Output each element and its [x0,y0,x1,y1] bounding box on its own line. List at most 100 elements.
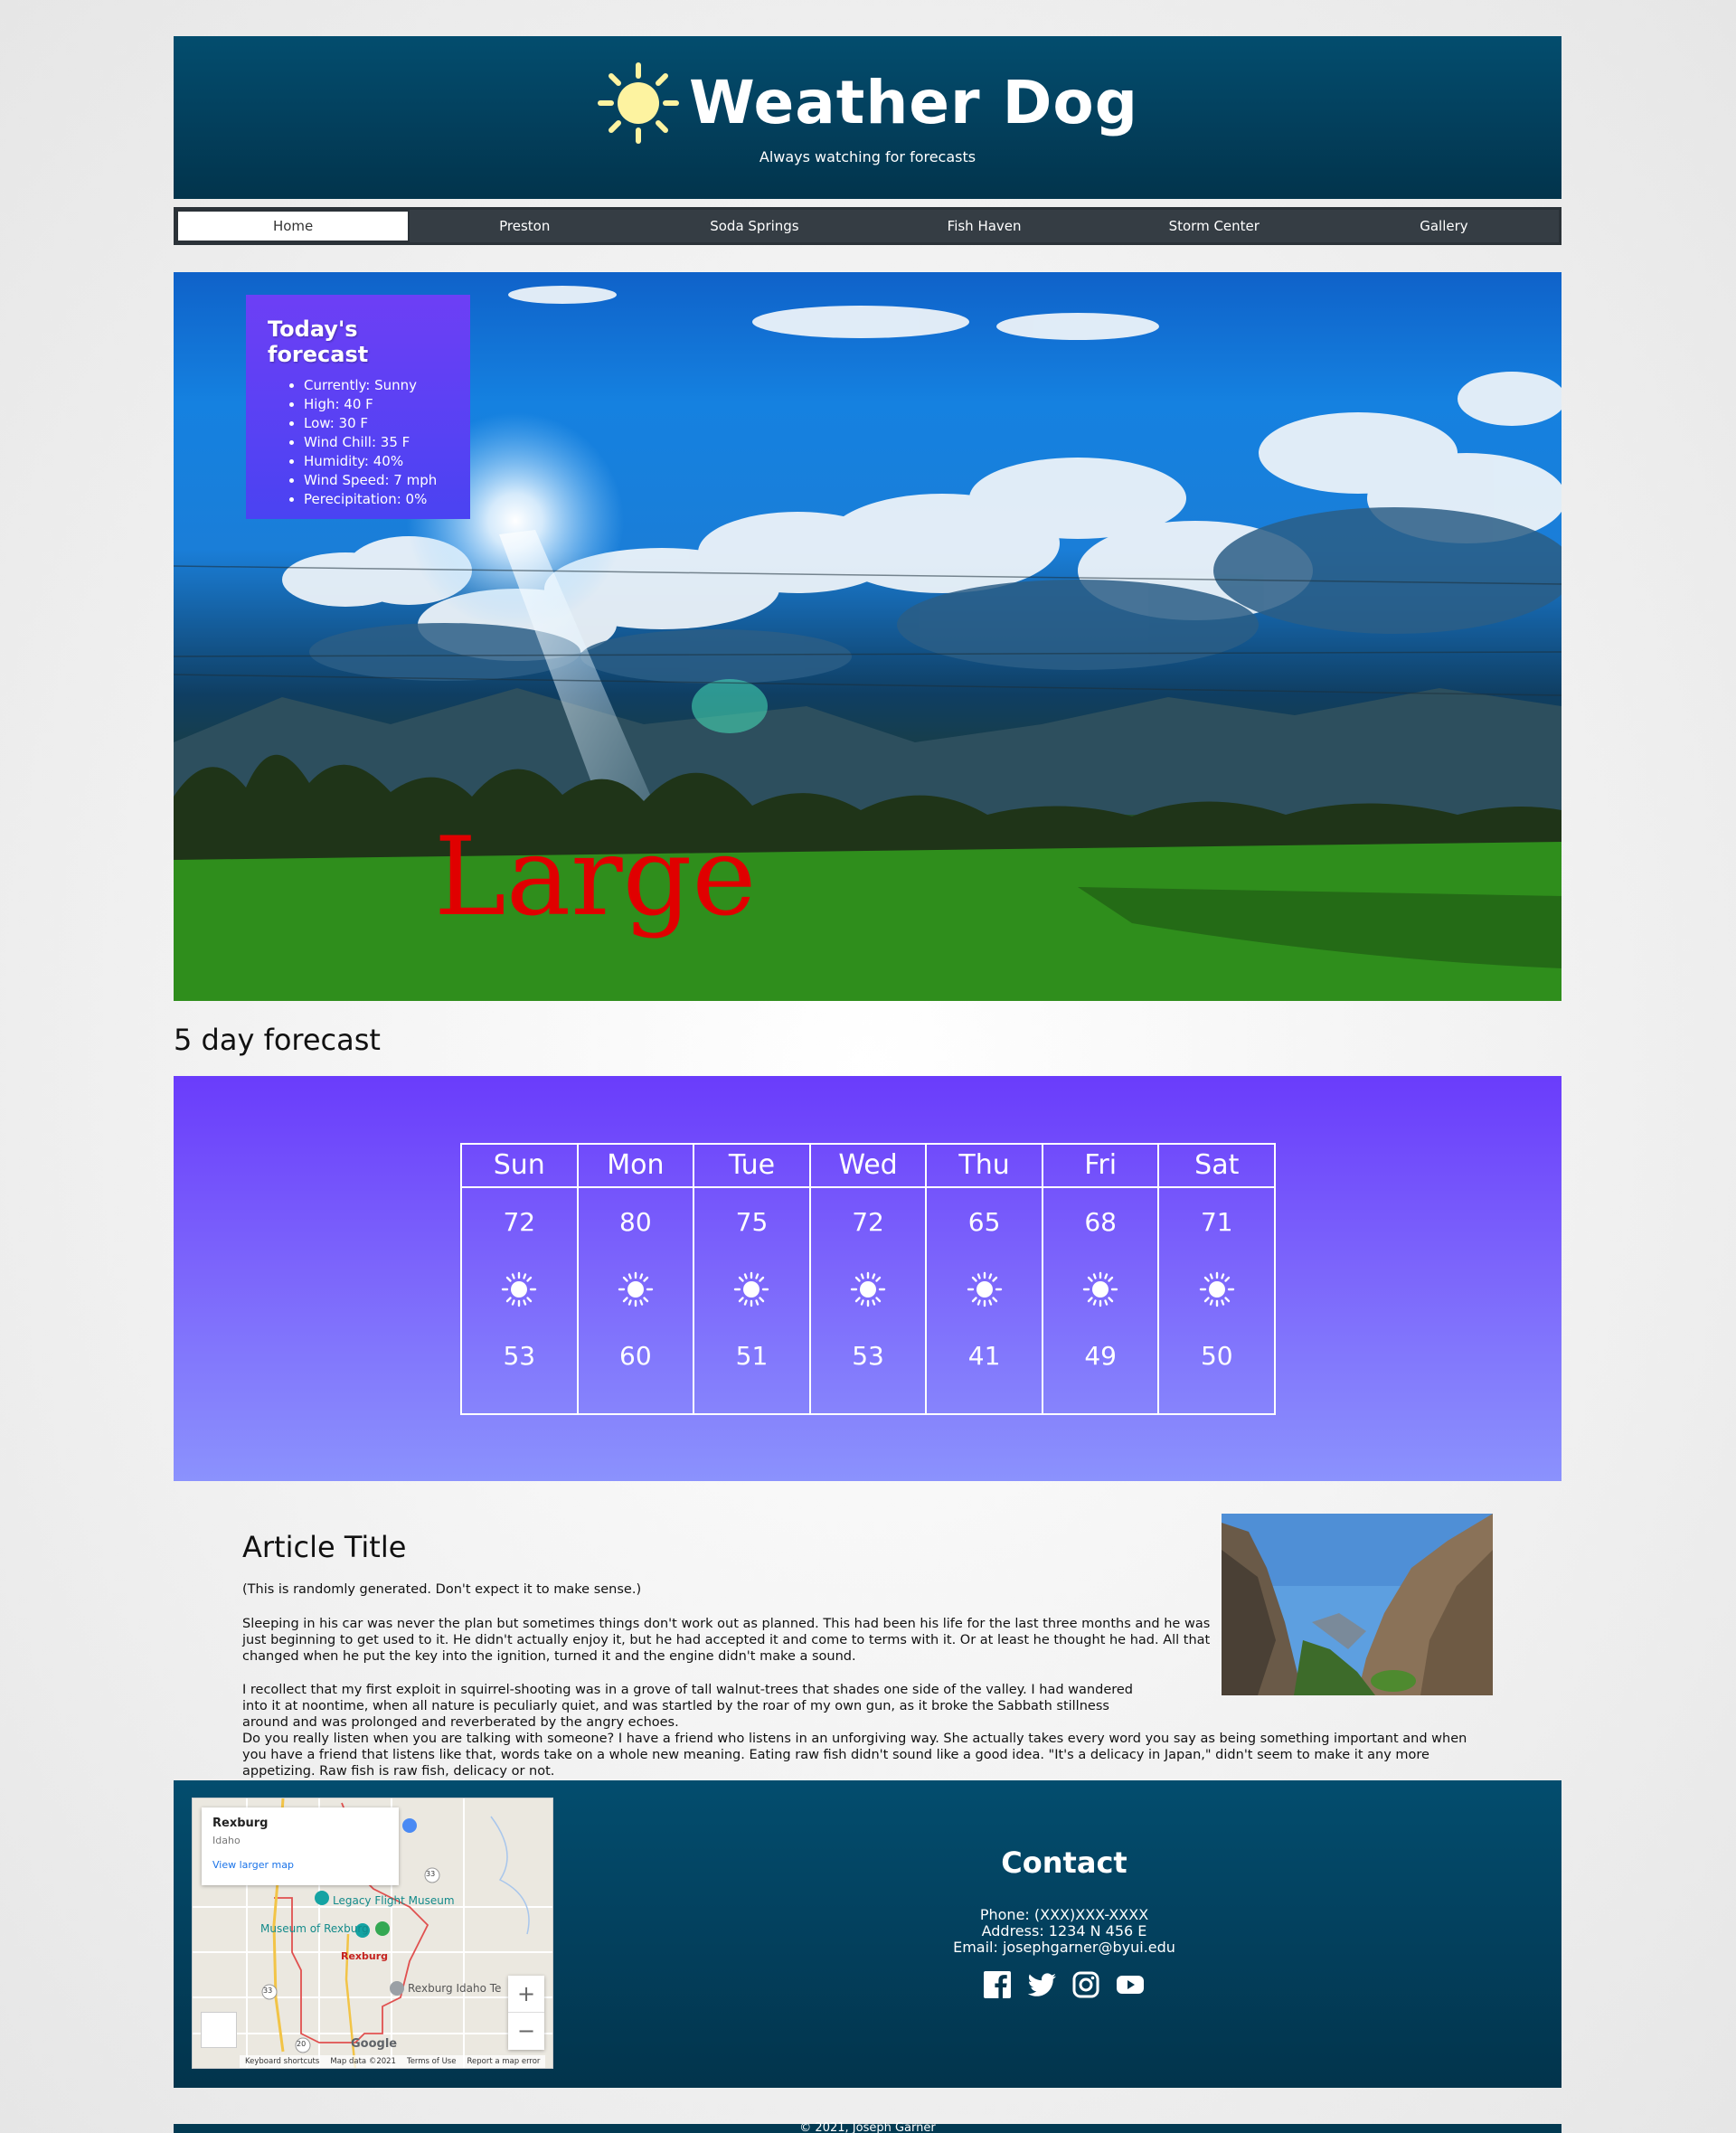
terms-link[interactable]: Terms of Use [407,2057,457,2066]
embedded-map[interactable]: Legacy Flight Museum Museum of Rexburg R… [192,1798,553,2069]
map-data-text: Map data ©2021 [330,2057,396,2066]
google-logo: Google [351,2037,398,2051]
youtube-icon[interactable] [1115,1970,1146,1999]
forecast-high-temp: 72 [852,1207,884,1237]
sun-icon [694,1244,809,1335]
canyon-image [1222,1514,1493,1695]
forecast-item: Low: 30 F [304,414,448,433]
contact-phone: Phone: (XXX)XXX-XXXX [979,1906,1149,1923]
zoom-in-button[interactable]: + [508,1976,544,2013]
forecast-low-temp: 51 [735,1341,769,1371]
map-label: Rexburg Idaho Te [408,1982,502,1995]
view-larger-map-link[interactable]: View larger map [212,1859,388,1871]
map-zoom-controls: + − [508,1976,544,2050]
five-day-title: 5 day forecast [174,1023,381,1057]
footer: Legacy Flight Museum Museum of Rexburg R… [174,1780,1561,2088]
sun-icon [927,1244,1042,1335]
article-paragraph: Sleeping in his car was never the plan b… [242,1617,1211,1664]
map-label: Rexburg [341,1950,389,1962]
forecast-day-column: Sat 71 50 [1159,1145,1275,1413]
facebook-icon[interactable] [983,1970,1012,1999]
article-title: Article Title [242,1530,407,1564]
forecast-item: Wind Chill: 35 F [304,433,448,452]
forecast-high-temp: 68 [1084,1207,1117,1237]
nav-item-home[interactable]: Home [176,210,410,242]
sun-icon [462,1244,577,1335]
site-title: Weather Dog [689,68,1138,137]
forecast-low-temp: 50 [1200,1341,1233,1371]
zoom-out-button[interactable]: − [508,2013,544,2050]
report-error-link[interactable]: Report a map error [467,2057,540,2066]
map-place-name: Rexburg [212,1817,269,1830]
article: Article Title (This is randomly generate… [174,1512,1561,1783]
forecast-day-name: Fri [1043,1145,1158,1188]
sun-icon [579,1244,693,1335]
map-route-shield: 33 [263,1987,273,1995]
forecast-low-temp: 53 [503,1341,536,1371]
forecast-day-name: Tue [694,1145,809,1188]
forecast-day-column: Thu 65 41 [927,1145,1043,1413]
sun-icon [1159,1244,1274,1335]
five-day-panel: Sun 72 53 Mon 80 60 Tue 75 51 Wed 72 53 Thu 65 41 Fri 68… [174,1076,1561,1481]
map-label: Museum of Rexburg [260,1922,369,1935]
forecast-high-temp: 71 [1200,1207,1233,1237]
forecast-low-temp: 49 [1084,1341,1117,1371]
keyboard-shortcuts-link[interactable]: Keyboard shortcuts [245,2057,319,2066]
social-links [807,1970,1322,1999]
instagram-icon[interactable] [1071,1970,1100,1999]
article-paragraph-part: Do you really listen when you are talkin… [242,1732,1467,1779]
forecast-item: High: 40 F [304,395,448,414]
forecast-high-temp: 75 [735,1207,769,1237]
contact-title: Contact [1001,1845,1127,1880]
article-paragraph: I recollect that my first exploit in squ… [242,1682,1472,1779]
nav-item-fish-haven[interactable]: Fish Haven [870,210,1099,242]
forecast-day-name: Mon [578,1145,693,1188]
main-nav: Home Preston Soda Springs Fish Haven Sto… [174,207,1561,245]
article-image [1222,1514,1493,1695]
forecast-day-column: Fri 68 49 [1043,1145,1160,1413]
five-day-table: Sun 72 53 Mon 80 60 Tue 75 51 Wed 72 53 Thu 65 41 Fri 68… [460,1143,1276,1415]
map-attribution: Keyboard shortcuts Map data ©2021 Terms … [240,2055,546,2068]
map-route-shield: 33 [426,1870,436,1878]
brand[interactable]: Weather Dog [174,61,1561,145]
nav-item-gallery[interactable]: Gallery [1329,210,1559,242]
copyright: © 2021, Joseph Garner [174,2122,1561,2133]
todays-forecast-title: Today's forecast [268,316,369,367]
nav-item-storm-center[interactable]: Storm Center [1099,210,1329,242]
contact-section: Contact Phone: (XXX)XXX-XXXX Address: 12… [807,1845,1322,1999]
nav-item-preston[interactable]: Preston [410,210,639,242]
forecast-day-column: Tue 75 51 [694,1145,811,1413]
forecast-low-temp: 53 [852,1341,884,1371]
nav-item-soda-springs[interactable]: Soda Springs [639,210,869,242]
sun-icon [598,62,680,144]
forecast-day-column: Mon 80 60 [578,1145,695,1413]
map-place-region: Idaho [212,1835,241,1846]
forecast-item: Perecipitation: 0% [304,490,448,509]
contact-address: Address: 1234 N 456 E [981,1922,1147,1940]
todays-forecast-list: Currently: Sunny High: 40 F Low: 30 F Wi… [268,376,448,509]
forecast-item: Wind Speed: 7 mph [304,471,448,490]
article-paragraph-part: I recollect that my first exploit in squ… [242,1683,1134,1730]
twitter-icon[interactable] [1026,1970,1057,1999]
hero-overlay-text: Large [434,815,757,940]
contact-email: Email: josephgarner@byui.edu [953,1939,1175,1956]
forecast-day-column: Sun 72 53 [462,1145,579,1413]
forecast-high-temp: 65 [967,1207,1001,1237]
sun-icon [1043,1244,1158,1335]
sun-icon [811,1244,926,1335]
forecast-item: Humidity: 40% [304,452,448,471]
map-label: Legacy Flight Museum [333,1894,455,1907]
map-route-shield: 20 [297,2040,307,2048]
forecast-day-name: Sat [1159,1145,1275,1188]
forecast-item: Currently: Sunny [304,376,448,395]
forecast-day-column: Wed 72 53 [810,1145,928,1413]
street-view-icon[interactable] [201,2012,237,2048]
site-tagline: Always watching for forecasts [759,148,976,165]
todays-forecast-panel: Today's forecast Currently: Sunny High: … [246,295,470,519]
forecast-high-temp: 80 [619,1207,652,1237]
site-header: Weather Dog Always watching for forecast… [174,36,1561,199]
map-place-card: Rexburg Idaho View larger map [202,1807,399,1885]
forecast-low-temp: 41 [967,1341,1001,1371]
hero-image: Today's forecast Currently: Sunny High: … [174,272,1561,1001]
forecast-low-temp: 60 [619,1341,652,1371]
